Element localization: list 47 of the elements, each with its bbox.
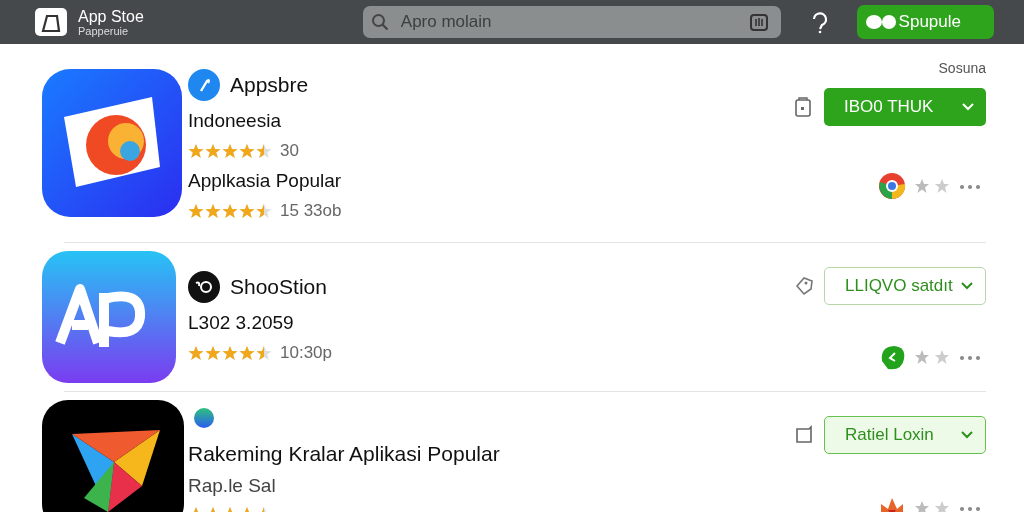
app-name: Appsbre [230, 73, 309, 97]
document-icon [794, 96, 814, 118]
app-detail: Indoneesia [188, 110, 282, 132]
install-button[interactable]: Ratiel Loxin [824, 416, 986, 454]
chevron-icon [961, 282, 973, 290]
chevron-icon [962, 103, 974, 111]
star-icon [222, 143, 238, 159]
app-title: App Stoe [78, 7, 145, 25]
star-icon [239, 143, 255, 159]
star-icon [222, 345, 238, 361]
subscribe-button[interactable]: Spupule [856, 5, 994, 39]
browser-icon [878, 172, 906, 200]
camera-icon [748, 12, 769, 32]
app-icon [42, 400, 184, 512]
search-field[interactable]: Apro molain [362, 6, 781, 38]
install-button[interactable]: LLIQVO satdıt [824, 267, 986, 305]
star-icon [188, 143, 204, 159]
star-icon [256, 203, 272, 219]
star-icon [188, 203, 204, 219]
star-icon [256, 345, 272, 361]
star-icon [188, 345, 204, 361]
rating-count: 30 [280, 141, 299, 161]
star-icon [239, 203, 255, 219]
app-name: Rakeming Kralar Aplikasi Popular [188, 442, 500, 466]
app-subtitle: Papperuie [78, 24, 130, 37]
search-input[interactable]: Apro molain [398, 11, 739, 33]
star-icon [205, 203, 221, 219]
star-icon [256, 143, 272, 159]
rating-count: 15 33ob [280, 201, 342, 221]
star-icon [205, 143, 221, 159]
chevron-icon [961, 431, 973, 439]
star-icon [239, 345, 255, 361]
star-icon [222, 203, 238, 219]
install-button[interactable]: IBO0 THUK [824, 88, 986, 126]
app-detail: L302 3.2059 [188, 312, 295, 334]
app-name: ShooStion [230, 275, 327, 299]
bag-icon [34, 7, 68, 37]
app-icon [42, 251, 176, 383]
logo-icon [188, 271, 220, 303]
corner-label: Sosuna [938, 60, 986, 78]
tag-icon [794, 275, 814, 297]
star-icon [205, 345, 221, 361]
search-icon [370, 13, 389, 31]
rating-count: 10:30p [280, 343, 332, 363]
app-detail: Rap.le Sal [188, 475, 277, 497]
app-detail: Applkasia Popular [188, 170, 343, 192]
app-icon [42, 69, 182, 217]
